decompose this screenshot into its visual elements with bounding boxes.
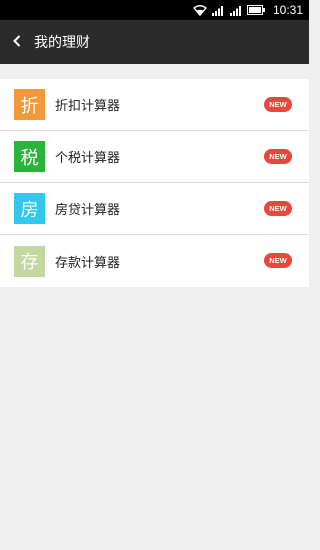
tax-icon: 税 [14,141,45,172]
discount-icon: 折 [14,89,45,120]
list-item-deposit-calculator[interactable]: 存 存款计算器 NEW [0,235,309,287]
wifi-icon [192,4,207,16]
list-item-label: 个税计算器 [55,151,121,166]
list-item-tax-calculator[interactable]: 税 个税计算器 NEW [0,131,309,183]
new-badge: NEW [264,253,292,268]
new-badge: NEW [264,201,292,216]
status-time: 10:31 [272,3,303,17]
back-button[interactable] [2,20,32,64]
title-bar: 我的理财 [0,20,309,64]
list-item-label: 存款计算器 [55,255,121,271]
signal-icon-1 [211,5,225,16]
chevron-left-icon [12,33,22,52]
list-item-discount-calculator[interactable]: 折 折扣计算器 NEW [0,79,309,131]
battery-icon [246,5,265,15]
list-item-label: 折扣计算器 [55,99,121,114]
new-badge: NEW [264,97,292,112]
deposit-icon: 存 [14,245,45,277]
new-badge: NEW [264,149,292,164]
status-bar: 10:31 [0,0,309,20]
list-item-mortgage-calculator[interactable]: 房 房贷计算器 NEW [0,183,309,235]
list-item-label: 房贷计算器 [55,203,121,218]
house-icon: 房 [14,193,45,224]
page-title: 我的理财 [34,35,90,51]
calculator-list: 折 折扣计算器 NEW 税 个税计算器 NEW 房 房贷计算器 NEW 存 存款… [0,79,309,287]
signal-icon-2 [229,5,243,16]
